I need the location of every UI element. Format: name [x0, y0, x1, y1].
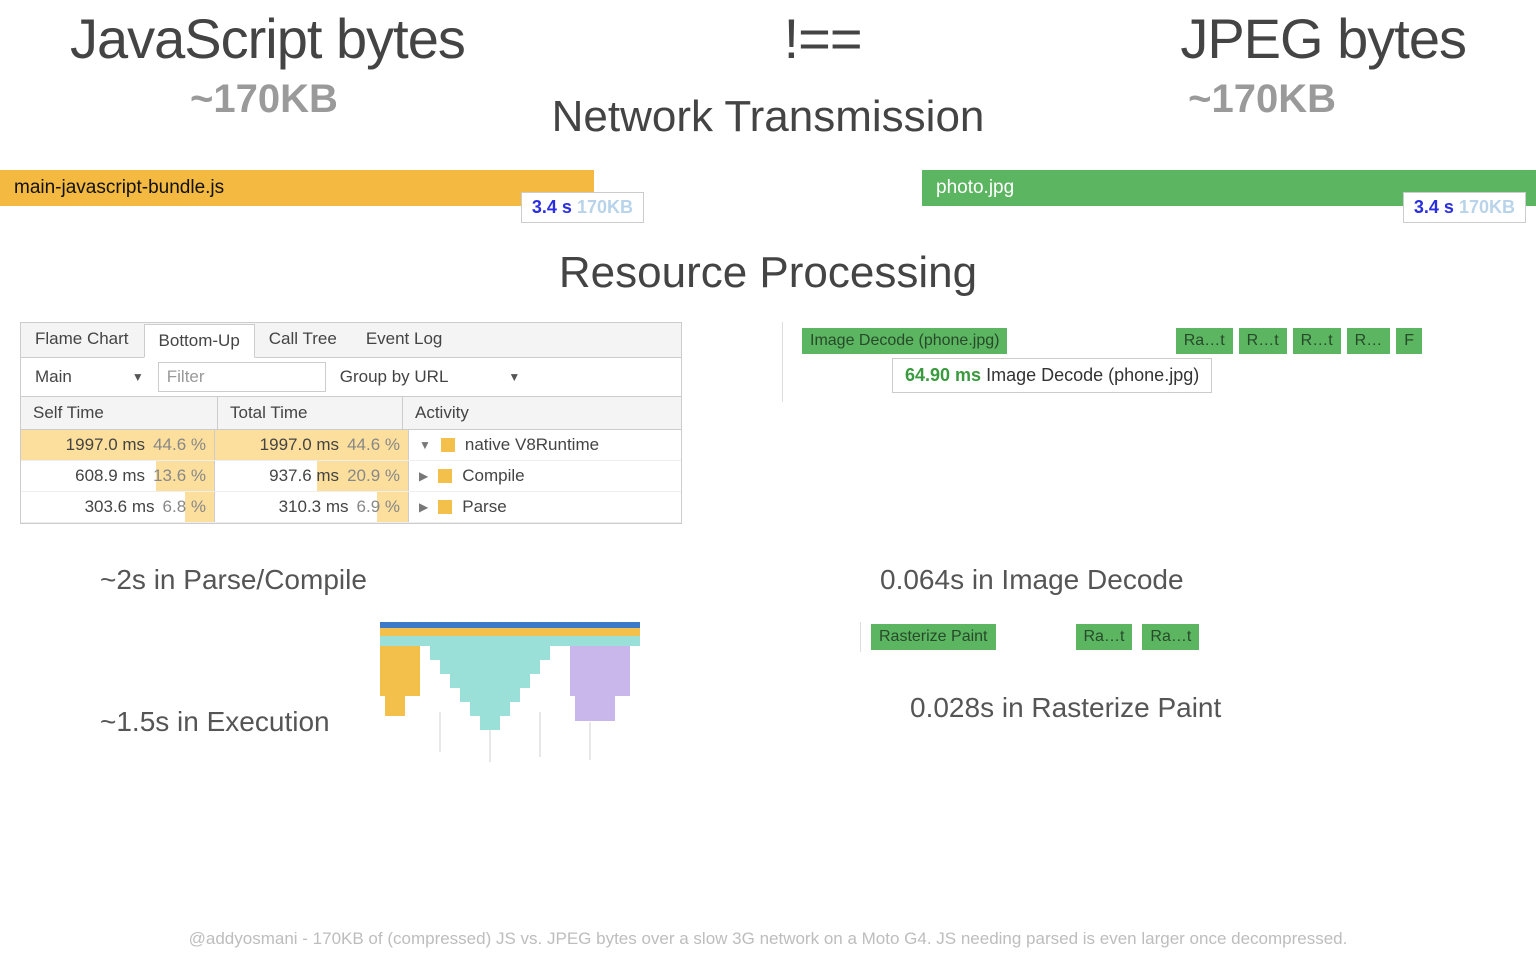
decode-block-small: R…: [1347, 328, 1391, 354]
thread-label: Main: [35, 367, 72, 387]
devtools-filter-row: Main ▼ Filter Group by URL ▼: [21, 358, 681, 397]
devtools-row[interactable]: 1997.0 ms44.6 %1997.0 ms44.6 %▼native V8…: [21, 430, 681, 461]
col-self: Self Time: [21, 397, 218, 429]
file-js: main-javascript-bundle.js: [14, 177, 224, 199]
group-label: Group by URL: [340, 367, 449, 387]
tooltip-label: Image Decode (phone.jpg): [986, 365, 1199, 385]
heading-not-equal: !==: [784, 6, 862, 71]
raster-block-small: Ra…t: [1076, 624, 1133, 650]
stat-parse-compile: ~2s in Parse/Compile: [100, 564, 700, 596]
devtools-panel: Flame ChartBottom-UpCall TreeEvent Log M…: [20, 322, 682, 524]
devtools-row[interactable]: 608.9 ms13.6 %937.6 ms20.9 %▶Compile: [21, 461, 681, 492]
badge-js: 3.4 s 170KB: [521, 192, 644, 223]
devtools-tabs: Flame ChartBottom-UpCall TreeEvent Log: [21, 323, 681, 358]
raster-timeline: Rasterize Paint Ra…t Ra…t: [860, 622, 1536, 652]
devtools-tab[interactable]: Call Tree: [255, 323, 352, 357]
stat-image-decode: 0.064s in Image Decode: [880, 564, 1184, 596]
decode-block-small: R…t: [1293, 328, 1341, 354]
thread-dropdown[interactable]: Main ▼: [21, 361, 158, 393]
col-total: Total Time: [218, 397, 403, 429]
devtools-columns: Self Time Total Time Activity: [21, 397, 681, 430]
file-jpg: photo.jpg: [936, 177, 1014, 199]
footnote: @addyosmani - 170KB of (compressed) JS v…: [0, 929, 1536, 949]
devtools-tab[interactable]: Bottom-Up: [144, 324, 255, 358]
badge-jpg: 3.4 s 170KB: [1403, 192, 1526, 223]
stat-execution: ~1.5s in Execution: [100, 706, 380, 738]
badge-jpg-size: 170KB: [1459, 197, 1515, 217]
raster-block-small: Ra…t: [1142, 624, 1199, 650]
filter-input[interactable]: Filter: [158, 362, 326, 392]
badge-js-time: 3.4 s: [532, 197, 572, 217]
decode-block-small: Ra…t: [1176, 328, 1233, 354]
image-decode-timeline: Image Decode (phone.jpg) Ra…tR…tR…tR…F 6…: [782, 322, 1402, 412]
badge-js-size: 170KB: [577, 197, 633, 217]
devtools-row[interactable]: 303.6 ms6.8 %310.3 ms6.9 %▶Parse: [21, 492, 681, 523]
heading-js: JavaScript bytes: [70, 6, 465, 71]
tooltip-time: 64.90 ms: [905, 365, 981, 385]
decode-block-main: Image Decode (phone.jpg): [802, 328, 1007, 354]
size-jpeg: ~170KB: [1188, 77, 1336, 122]
devtools-tab[interactable]: Event Log: [352, 323, 458, 357]
col-activity: Activity: [403, 397, 681, 429]
decode-block-small: F: [1396, 328, 1422, 354]
caret-icon: ▼: [508, 370, 520, 384]
badge-jpg-time: 3.4 s: [1414, 197, 1454, 217]
flame-chart-thumbnail: [380, 622, 640, 762]
network-bar-jpg: photo.jpg 3.4 s 170KB: [752, 170, 1536, 206]
decode-tooltip: 64.90 ms Image Decode (phone.jpg): [892, 358, 1212, 393]
section-processing: Resource Processing: [0, 248, 1536, 298]
raster-block-main: Rasterize Paint: [871, 624, 996, 650]
devtools-tab[interactable]: Flame Chart: [21, 323, 144, 357]
size-js: ~170KB: [190, 77, 338, 122]
stat-rasterize: 0.028s in Rasterize Paint: [910, 692, 1536, 724]
group-dropdown[interactable]: Group by URL ▼: [326, 361, 535, 393]
network-bar-js: main-javascript-bundle.js 3.4 s 170KB: [0, 170, 594, 206]
decode-block-small: R…t: [1239, 328, 1287, 354]
heading-jpeg: JPEG bytes: [1180, 6, 1466, 71]
caret-icon: ▼: [132, 370, 144, 384]
